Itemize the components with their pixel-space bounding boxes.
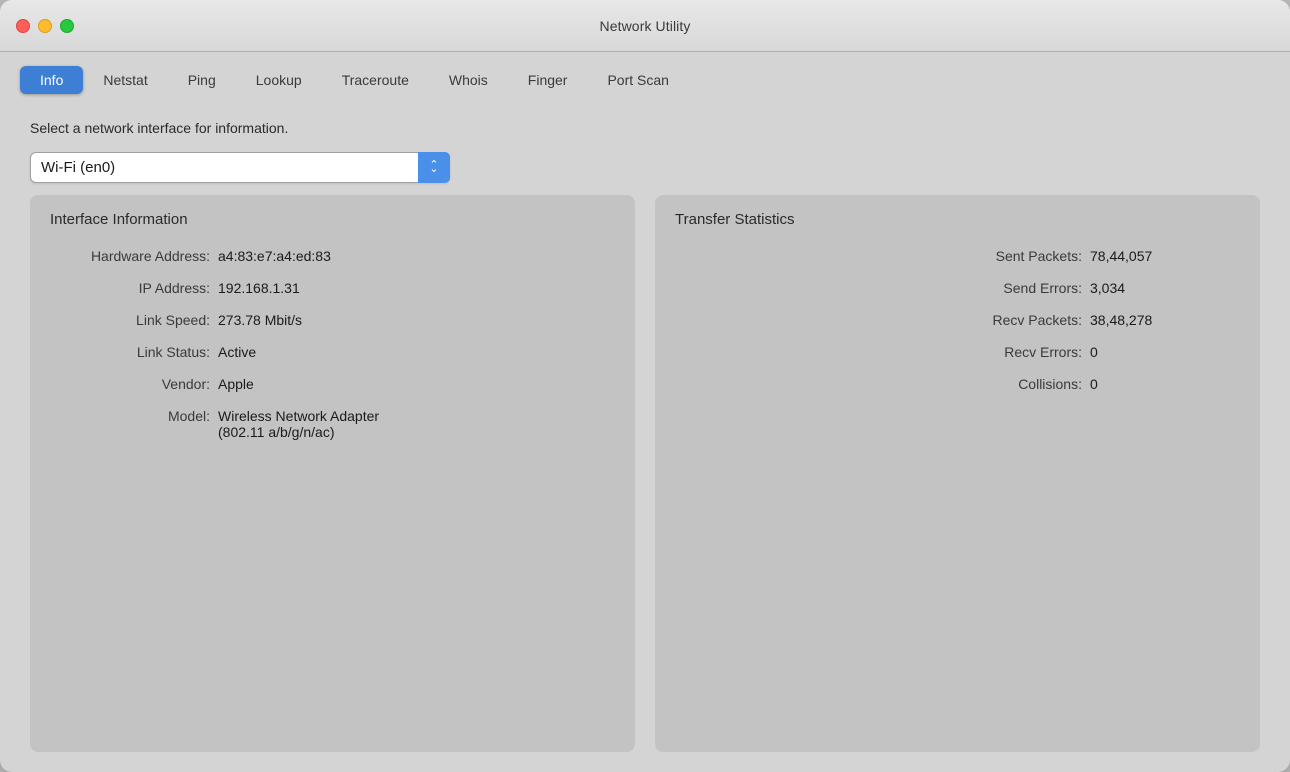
vendor-label: Vendor: <box>50 376 210 392</box>
tab-traceroute[interactable]: Traceroute <box>322 66 429 94</box>
link-speed-value: 273.78 Mbit/s <box>218 312 302 328</box>
link-speed-label: Link Speed: <box>50 312 210 328</box>
interface-select-wrapper: Wi-Fi (en0) <box>30 152 450 183</box>
maximize-button[interactable] <box>60 19 74 33</box>
collisions-label: Collisions: <box>942 376 1082 392</box>
link-status-value: Active <box>218 344 256 360</box>
traffic-lights <box>16 19 74 33</box>
transfer-panel-title: Transfer Statistics <box>675 211 1240 228</box>
hardware-address-value: a4:83:e7:a4:ed:83 <box>218 248 331 264</box>
recv-packets-value: 38,48,278 <box>1090 312 1180 328</box>
sent-packets-row: Sent Packets: 78,44,057 <box>675 248 1240 264</box>
send-errors-value: 3,034 <box>1090 280 1180 296</box>
tab-lookup[interactable]: Lookup <box>236 66 322 94</box>
close-button[interactable] <box>16 19 30 33</box>
interface-info-panel: Interface Information Hardware Address: … <box>30 195 635 752</box>
ip-address-label: IP Address: <box>50 280 210 296</box>
select-label: Select a network interface for informati… <box>30 120 1260 136</box>
model-row: Model: Wireless Network Adapter (802.11 … <box>50 408 615 440</box>
send-errors-row: Send Errors: 3,034 <box>675 280 1240 296</box>
tab-info[interactable]: Info <box>20 66 83 94</box>
tab-finger[interactable]: Finger <box>508 66 588 94</box>
link-status-row: Link Status: Active <box>50 344 615 360</box>
tab-ping[interactable]: Ping <box>168 66 236 94</box>
vendor-value: Apple <box>218 376 254 392</box>
tab-netstat[interactable]: Netstat <box>83 66 167 94</box>
send-errors-label: Send Errors: <box>942 280 1082 296</box>
main-window: Network Utility Info Netstat Ping Lookup… <box>0 0 1290 772</box>
hardware-address-row: Hardware Address: a4:83:e7:a4:ed:83 <box>50 248 615 264</box>
main-content: Select a network interface for informati… <box>0 104 1290 772</box>
interface-select[interactable]: Wi-Fi (en0) <box>30 152 450 183</box>
ip-address-row: IP Address: 192.168.1.31 <box>50 280 615 296</box>
tab-bar: Info Netstat Ping Lookup Traceroute Whoi… <box>0 52 1290 104</box>
ip-address-value: 192.168.1.31 <box>218 280 300 296</box>
collisions-row: Collisions: 0 <box>675 376 1240 392</box>
recv-errors-row: Recv Errors: 0 <box>675 344 1240 360</box>
sent-packets-label: Sent Packets: <box>942 248 1082 264</box>
recv-errors-value: 0 <box>1090 344 1180 360</box>
title-bar: Network Utility <box>0 0 1290 52</box>
hardware-address-label: Hardware Address: <box>50 248 210 264</box>
interface-panel-title: Interface Information <box>50 211 615 228</box>
sent-packets-value: 78,44,057 <box>1090 248 1180 264</box>
tab-whois[interactable]: Whois <box>429 66 508 94</box>
recv-errors-label: Recv Errors: <box>942 344 1082 360</box>
transfer-stats-panel: Transfer Statistics Sent Packets: 78,44,… <box>655 195 1260 752</box>
info-panels: Interface Information Hardware Address: … <box>30 195 1260 752</box>
minimize-button[interactable] <box>38 19 52 33</box>
model-label: Model: <box>50 408 210 424</box>
window-title: Network Utility <box>600 18 691 34</box>
model-value: Wireless Network Adapter (802.11 a/b/g/n… <box>218 408 379 440</box>
vendor-row: Vendor: Apple <box>50 376 615 392</box>
link-speed-row: Link Speed: 273.78 Mbit/s <box>50 312 615 328</box>
recv-packets-label: Recv Packets: <box>942 312 1082 328</box>
collisions-value: 0 <box>1090 376 1180 392</box>
link-status-label: Link Status: <box>50 344 210 360</box>
tab-portscan[interactable]: Port Scan <box>587 66 688 94</box>
recv-packets-row: Recv Packets: 38,48,278 <box>675 312 1240 328</box>
